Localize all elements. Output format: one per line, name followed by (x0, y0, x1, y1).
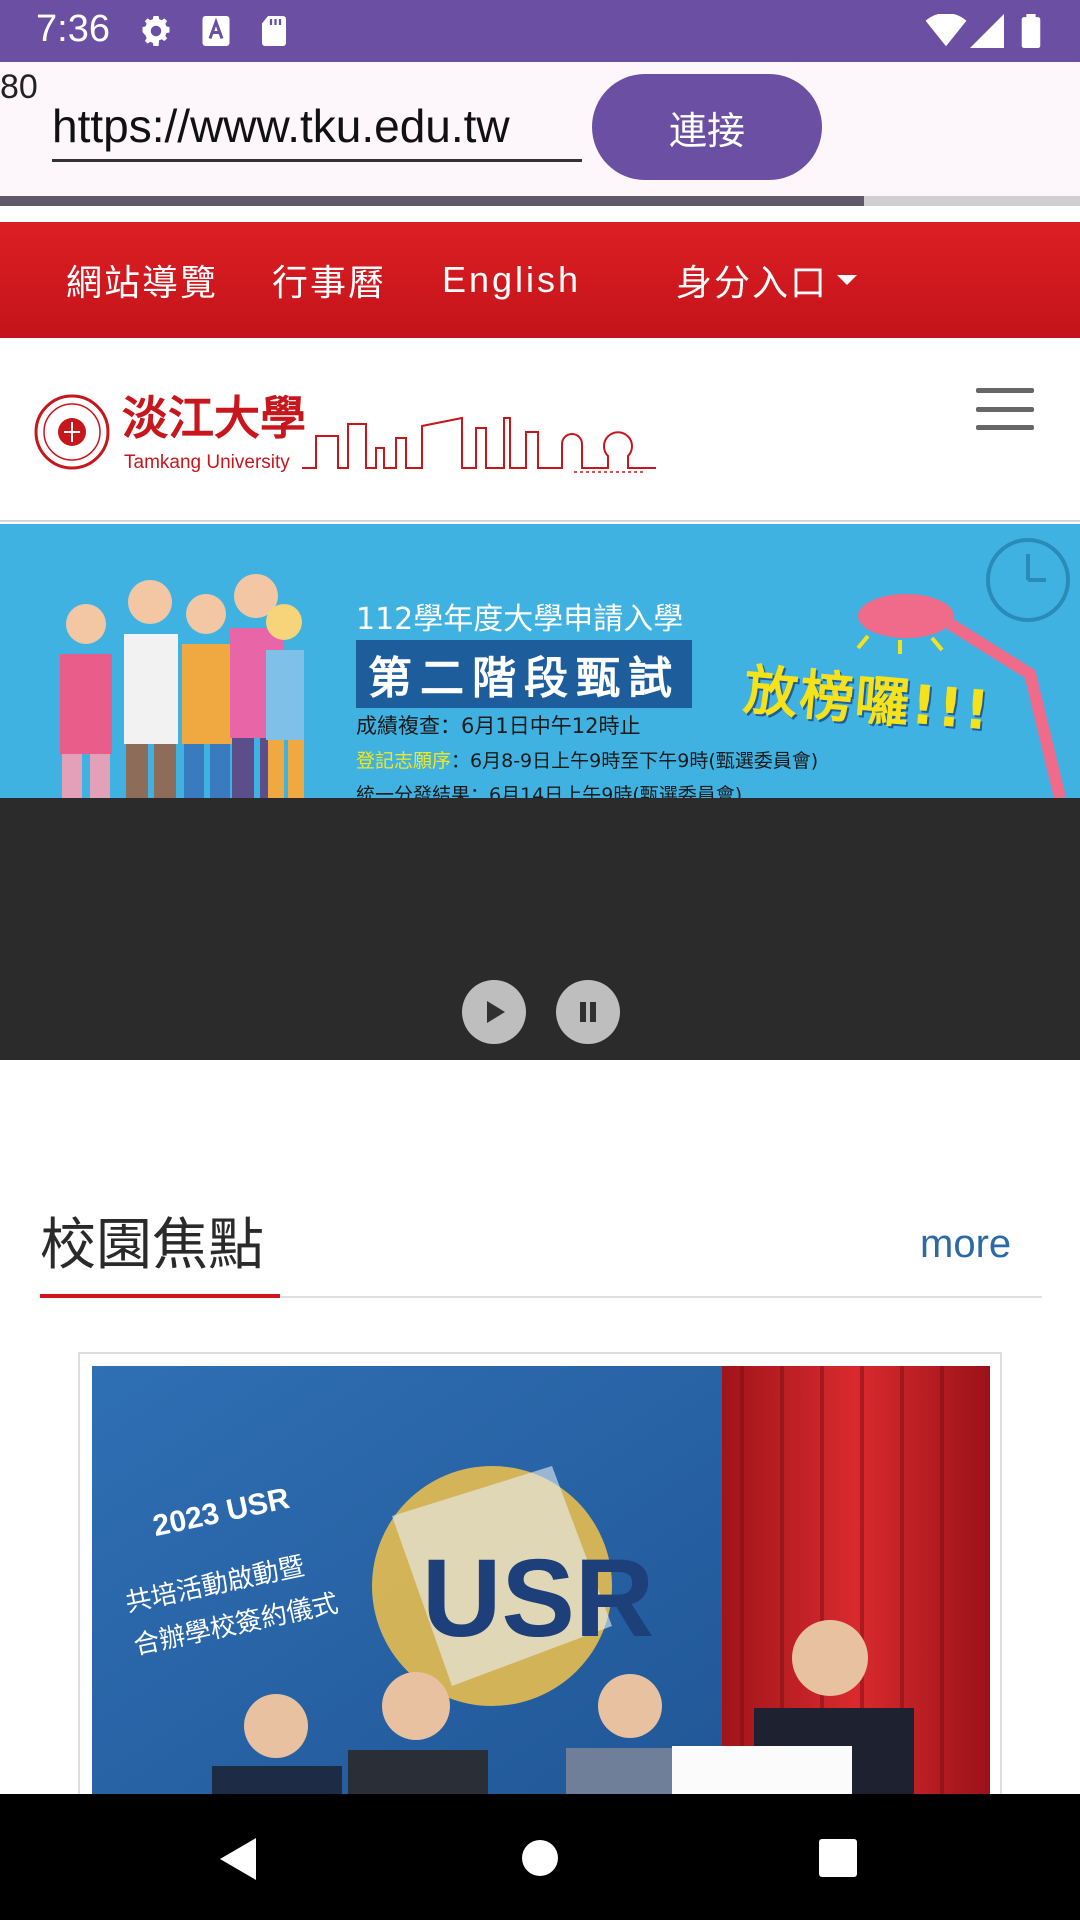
logo-en-text: Tamkang University (124, 452, 290, 473)
banner-line-4-rest: ：6月8-9日上午9時至下午9時(甄選委員會) (451, 750, 819, 772)
sd-card-icon (262, 16, 286, 46)
hero-banner[interactable]: 112學年度大學申請入學 第二階段甄試 成績複查：6月1日中午12時止 登記志願… (0, 524, 1080, 798)
banner-line-4: 登記志願序：6月8-9日上午9時至下午9時(甄選委員會) (356, 746, 818, 773)
status-time: 7:36 (36, 8, 110, 50)
nav-item-english[interactable]: English (442, 222, 581, 338)
android-nav-bar (0, 1794, 1080, 1920)
banner-line-3: 成績複查：6月1日中午12時止 (356, 714, 641, 738)
font-a-icon (202, 16, 230, 46)
gear-icon (142, 16, 170, 46)
more-link[interactable]: more (920, 1222, 1011, 1267)
banner-line-4-highlight: 登記志願序 (356, 750, 452, 772)
nav-item-calendar[interactable]: 行事曆 (272, 222, 386, 338)
hamburger-line (976, 388, 1034, 393)
hamburger-menu-icon[interactable] (976, 388, 1034, 430)
connect-button[interactable]: 連接 (592, 74, 822, 180)
hamburger-line (976, 425, 1034, 430)
url-bar-row: 80 連接 (0, 62, 1080, 196)
recents-square-icon[interactable] (818, 1838, 858, 1878)
url-input[interactable] (52, 92, 582, 162)
identity-portal-label: 身分入口 (676, 263, 829, 304)
tamkang-logo[interactable]: 淡江大學 Tamkang University (34, 388, 684, 478)
nav-item-site-map[interactable]: 網站導覽 (66, 222, 218, 338)
play-glyph (487, 1001, 505, 1023)
logo-cn-text: 淡江大學 (122, 391, 306, 445)
section-divider-accent (40, 1294, 280, 1298)
page-load-progress (0, 196, 1080, 206)
svg-text:USR: USR (422, 1537, 654, 1660)
pause-icon[interactable] (556, 980, 620, 1044)
top-nav: 網站導覽 行事曆 English 身分入口 (0, 222, 1080, 338)
cell-signal-icon (970, 14, 1004, 48)
status-bar: 7:36 (0, 0, 1080, 62)
caret-down-icon (837, 275, 858, 285)
wifi-icon (925, 14, 967, 47)
battery-icon (1021, 14, 1041, 48)
banner-line-2: 第二階段甄試 (356, 640, 692, 708)
play-icon[interactable] (462, 980, 526, 1044)
back-triangle-icon[interactable] (216, 1836, 260, 1882)
section-title-campus-focus: 校園焦點 (40, 1213, 264, 1278)
page-load-progress-fill (0, 196, 864, 206)
hamburger-line (976, 406, 1034, 412)
tamkang-logo-image: 淡江大學 Tamkang University (34, 391, 656, 473)
site-header: 淡江大學 Tamkang University (0, 338, 1080, 522)
banner-line-1: 112學年度大學申請入學 (356, 602, 684, 637)
nav-item-identity-portal[interactable]: 身分入口 (676, 222, 858, 338)
banner-line-5: 統一分發結果：6月14日上午9時(甄選委員會) (356, 784, 743, 798)
home-circle-icon[interactable] (520, 1838, 560, 1878)
slider-controls-area (0, 798, 1080, 1060)
students-illustration (60, 574, 304, 798)
pause-glyph (580, 1002, 596, 1022)
url-counter: 80 (0, 68, 38, 106)
